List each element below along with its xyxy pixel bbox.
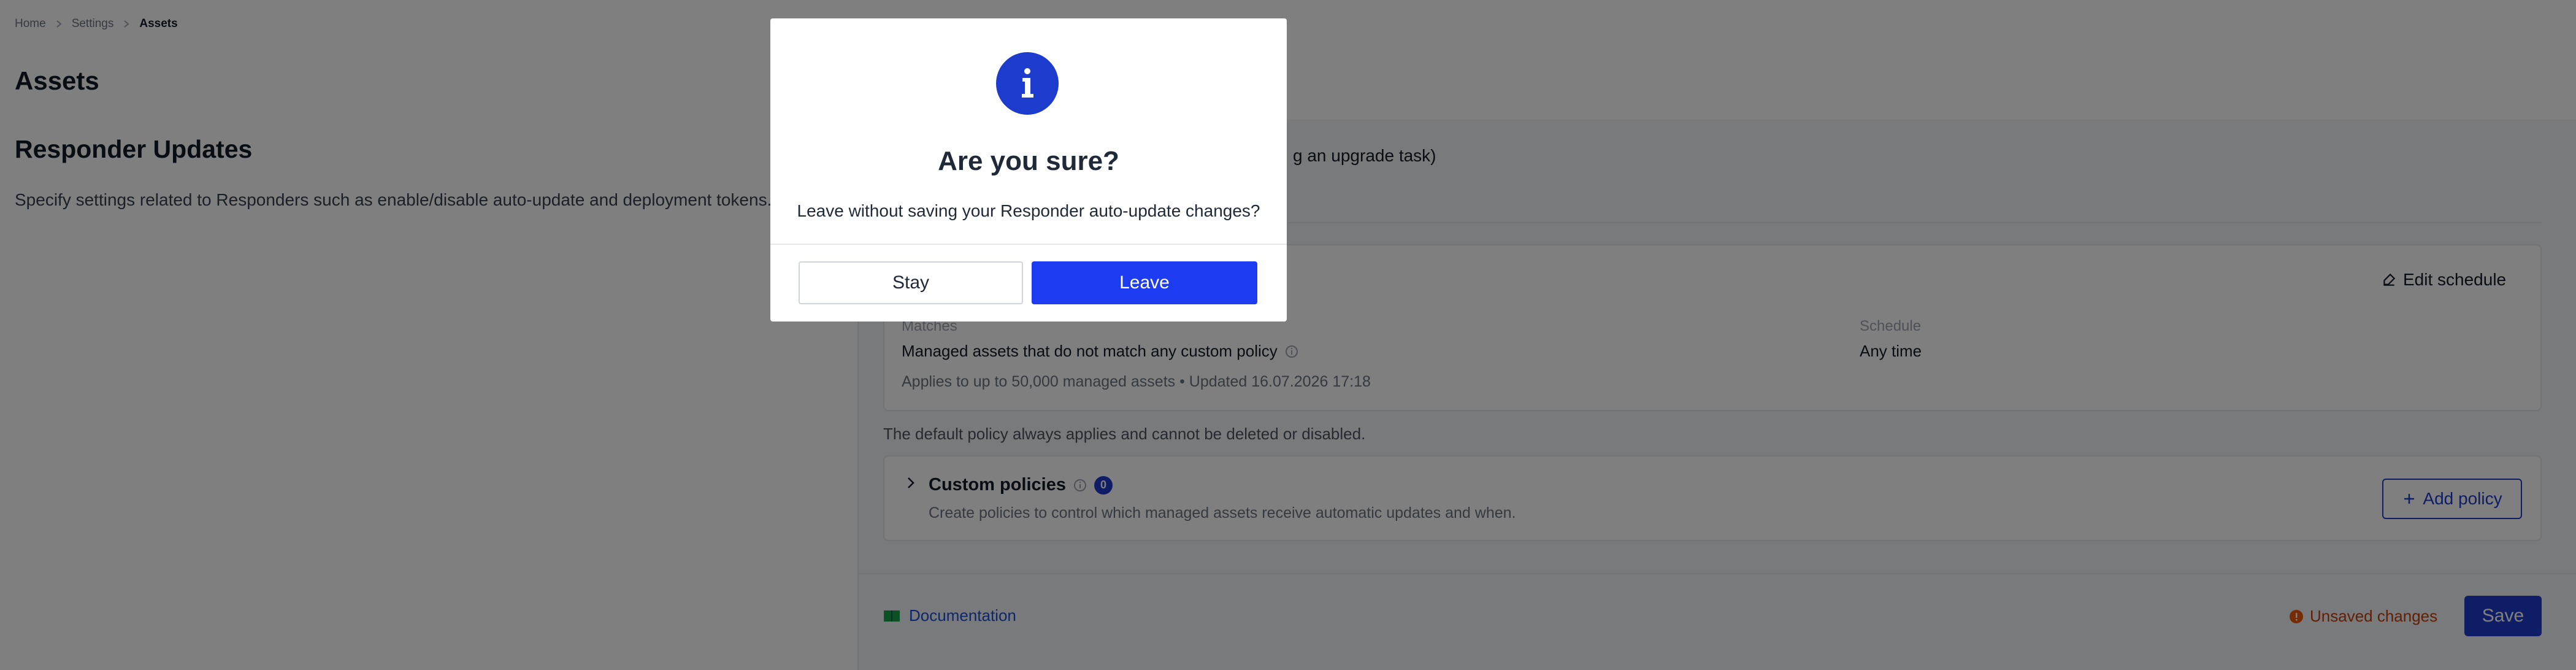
leave-button[interactable]: Leave bbox=[1032, 261, 1257, 304]
dialog-title: Are you sure? bbox=[938, 146, 1119, 176]
modal-backdrop[interactable] bbox=[0, 0, 2576, 670]
stay-button[interactable]: Stay bbox=[799, 261, 1023, 304]
dialog-message: Leave without saving your Responder auto… bbox=[797, 201, 1260, 220]
divider bbox=[770, 244, 1287, 245]
confirm-dialog: Are you sure? Leave without saving your … bbox=[770, 18, 1287, 322]
info-icon bbox=[996, 52, 1059, 115]
